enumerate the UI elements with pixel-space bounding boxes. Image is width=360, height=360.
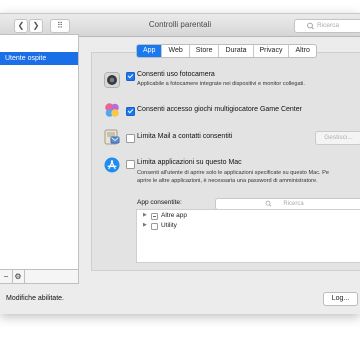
- allowed-apps-list[interactable]: ▶ Altre app ▶ Utility: [136, 209, 360, 263]
- camera-icon: [104, 72, 120, 88]
- sidebar-item-guest-user[interactable]: Utente ospite: [0, 52, 78, 65]
- mail-contacts-icon: [104, 129, 120, 145]
- allowed-apps-label: App consentite:: [137, 199, 182, 206]
- limit-apps-description-line-2: aprire le altre applicazioni, è necessar…: [137, 178, 318, 184]
- user-sidebar[interactable]: Utente ospite: [0, 34, 79, 274]
- search-icon: [265, 200, 272, 207]
- limit-apps-label: Limita applicazioni su questo Mac: [137, 159, 242, 166]
- minus-icon: −: [3, 272, 9, 281]
- gear-button[interactable]: ⚙: [12, 270, 25, 283]
- camera-label: Consenti uso fotocamera: [137, 71, 215, 78]
- manage-contacts-button[interactable]: Gestisci...: [315, 131, 360, 145]
- game-center-icon: [105, 103, 119, 117]
- mail-label: Limita Mail a contatti consentiti: [137, 133, 233, 140]
- tab-durata[interactable]: Durata: [219, 45, 254, 57]
- altre-app-checkbox[interactable]: [151, 213, 158, 220]
- tab-app[interactable]: App: [137, 45, 163, 57]
- log-button[interactable]: Log...: [323, 292, 358, 306]
- list-item-label: Altre app: [161, 212, 188, 219]
- camera-checkbox[interactable]: [126, 72, 135, 81]
- apps-search-placeholder: Ricerca: [283, 201, 304, 207]
- utility-checkbox[interactable]: [151, 223, 158, 230]
- status-text: Modifiche abilitate.: [6, 295, 64, 302]
- limit-apps-checkbox[interactable]: [126, 160, 135, 169]
- search-placeholder: Ricerca: [317, 22, 340, 29]
- mail-checkbox[interactable]: [126, 134, 135, 143]
- game-center-checkbox[interactable]: [126, 107, 135, 116]
- tab-web[interactable]: Web: [162, 45, 190, 57]
- limit-apps-description-line-1: Consenti all'utente di aprire solo le ap…: [137, 170, 329, 176]
- search-icon: [307, 22, 314, 30]
- list-item-label: Utility: [161, 222, 177, 229]
- camera-description: Applicabile a fotocamere integrate nei d…: [137, 81, 305, 87]
- gear-icon: ⚙: [14, 272, 22, 281]
- game-center-label: Consenti accesso giochi multigiocatore G…: [137, 106, 302, 113]
- tab-store[interactable]: Store: [190, 45, 220, 57]
- tab-bar: App Web Store Durata Privacy Altro: [136, 44, 317, 58]
- app-store-icon: [104, 157, 120, 173]
- disclosure-triangle-icon[interactable]: ▶: [143, 222, 147, 228]
- disclosure-triangle-icon[interactable]: ▶: [143, 212, 147, 218]
- tab-privacy[interactable]: Privacy: [254, 45, 290, 57]
- sidebar-item-label: Utente ospite: [5, 55, 47, 62]
- sidebar-footer: − ⚙: [0, 269, 79, 284]
- search-field[interactable]: Ricerca: [294, 19, 360, 33]
- tab-altro[interactable]: Altro: [289, 45, 315, 57]
